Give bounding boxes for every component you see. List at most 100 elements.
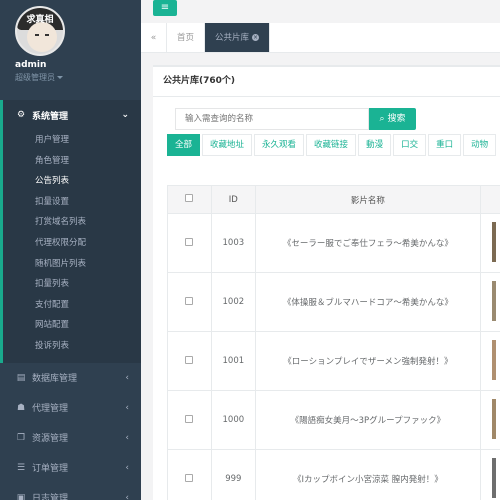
menu-head-database[interactable]: ▤ 数据库管理 ‹ (0, 363, 141, 393)
main-content: 公共片库(760个) ⌕ 搜索 全部 收藏地址 永久观看 收藏链接 動漫 口交 … (141, 53, 500, 500)
submenu-item[interactable]: 随机图片列表 (3, 254, 141, 275)
menu-label: 资源管理 (32, 434, 69, 445)
user-name: admin (15, 60, 47, 70)
column-header-extra (480, 185, 500, 214)
submenu-item[interactable]: 扣量设置 (3, 192, 141, 213)
avatar[interactable]: 求真相 (15, 6, 65, 56)
filter-button[interactable]: 收藏链接 (306, 134, 357, 156)
menu-label: 订单管理 (32, 464, 69, 475)
thumbnail-image[interactable] (491, 457, 496, 498)
filter-button[interactable]: 口交 (393, 134, 427, 156)
tab-scroll-left-icon[interactable]: « (141, 23, 167, 52)
submenu-item[interactable]: 打赏域名列表 (3, 212, 141, 233)
cell-name: 《ローションプレイでザーメン強制発射！》 (254, 331, 482, 391)
chevron-left-icon: ‹ (125, 432, 129, 443)
sidebar: 求真相 admin 超级管理员 ⚙ 系统管理 ⌄ 用户管理 角色管理 公告列表 … (0, 0, 141, 500)
hamburger-menu-icon[interactable]: ≡ (153, 0, 177, 16)
filter-button[interactable]: 动物 (463, 134, 497, 156)
filter-button[interactable]: 收藏地址 (202, 134, 253, 156)
chevron-left-icon: ‹ (125, 462, 129, 473)
library-table: ID 影片名称 1003 《セーラー服でご奉仕フェラ～希美かんな》 1002 《… (167, 185, 500, 500)
search-button-label: 搜索 (387, 114, 406, 124)
filter-button[interactable]: 全部 (167, 134, 201, 156)
cell-name: 《体操服＆ブルマハードコア～希美かんな》 (254, 272, 482, 332)
submenu-item[interactable]: 公告列表 (3, 171, 141, 192)
menu-label: 数据库管理 (32, 374, 78, 385)
cell-name: 《Iカップボイン小宮涼菜 膣内発射！》 (254, 449, 482, 500)
cell-name: 《陽語痴女美月～3Pグループファック》 (254, 390, 482, 450)
select-all-checkbox[interactable] (185, 194, 194, 202)
column-header-name[interactable]: 影片名称 (254, 185, 482, 214)
cell-id: 1001 (210, 331, 256, 391)
users-icon: ☗ (16, 402, 26, 413)
category-filters: 全部 收藏地址 永久观看 收藏链接 動漫 口交 重口 动物 (167, 134, 498, 156)
menu-head-order[interactable]: ☰ 订单管理 ‹ (0, 453, 141, 483)
search-input[interactable] (175, 108, 369, 130)
menu-head-agent[interactable]: ☗ 代理管理 ‹ (0, 393, 141, 423)
row-checkbox[interactable] (185, 473, 194, 482)
cell-id: 1002 (210, 272, 256, 332)
table-row: 1002 《体操服＆ブルマハードコア～希美かんな》 (167, 272, 500, 332)
list-icon: ☰ (16, 462, 26, 473)
row-checkbox[interactable] (185, 237, 194, 246)
tab-label: 公共片库 (215, 33, 250, 43)
menu-head-log[interactable]: ▣ 日志管理 ‹ (0, 483, 141, 500)
chevron-left-icon: ‹ (125, 402, 129, 413)
submenu-item[interactable]: 网站配置 (3, 315, 141, 336)
caret-down-icon (57, 76, 63, 79)
column-header-id[interactable]: ID (210, 185, 256, 214)
menu-label: 系统管理 (32, 111, 69, 122)
submenu-item[interactable]: 代理权限分配 (3, 233, 141, 254)
chevron-left-icon: ‹ (125, 492, 129, 500)
submenu-item[interactable]: 扣量列表 (3, 274, 141, 295)
submenu: 用户管理 角色管理 公告列表 扣量设置 打赏域名列表 代理权限分配 随机图片列表… (3, 130, 141, 363)
menu-head-system[interactable]: ⚙ 系统管理 ⌄ (3, 100, 141, 130)
search-bar: ⌕ 搜索 (175, 108, 416, 130)
tab-bar: « 首页 公共片库 × (141, 23, 500, 53)
copy-icon: ❐ (16, 432, 26, 443)
submenu-item[interactable]: 投诉列表 (3, 336, 141, 357)
search-icon: ⌕ (379, 114, 385, 124)
profile: 求真相 admin 超级管理员 (0, 0, 141, 100)
filter-button[interactable]: 永久观看 (254, 134, 305, 156)
user-role-label: 超级管理员 (15, 73, 55, 82)
table-row: 999 《Iカップボイン小宮涼菜 膣内発射！》 (167, 449, 500, 500)
side-menu: ⚙ 系统管理 ⌄ 用户管理 角色管理 公告列表 扣量设置 打赏域名列表 代理权限… (0, 100, 141, 500)
chevron-left-icon: ‹ (125, 372, 129, 383)
database-icon: ▤ (16, 372, 26, 383)
search-button[interactable]: ⌕ 搜索 (369, 108, 416, 130)
filter-button[interactable]: 動漫 (358, 134, 392, 156)
row-checkbox[interactable] (185, 414, 194, 423)
cell-name: 《セーラー服でご奉仕フェラ～希美かんな》 (254, 213, 482, 273)
thumbnail-image[interactable] (491, 221, 496, 262)
row-checkbox[interactable] (185, 355, 194, 364)
submenu-item[interactable]: 角色管理 (3, 151, 141, 172)
menu-label: 日志管理 (32, 494, 69, 500)
tab-public-library[interactable]: 公共片库 × (205, 23, 271, 52)
submenu-item[interactable]: 支付配置 (3, 295, 141, 316)
table-row: 1001 《ローションプレイでザーメン強制発射！》 (167, 331, 500, 391)
cell-id: 1000 (210, 390, 256, 450)
cell-id: 1003 (210, 213, 256, 273)
table-header-row: ID 影片名称 (167, 185, 500, 214)
filter-button[interactable]: 重口 (428, 134, 462, 156)
user-role-dropdown[interactable]: 超级管理员 (15, 72, 141, 83)
thumbnail-image[interactable] (491, 280, 496, 321)
tab-home[interactable]: 首页 (167, 23, 206, 52)
menu-section-system: ⚙ 系统管理 ⌄ 用户管理 角色管理 公告列表 扣量设置 打赏域名列表 代理权限… (0, 100, 141, 363)
panel-title: 公共片库(760个) (153, 67, 500, 97)
menu-label: 代理管理 (32, 404, 69, 415)
thumbnail-image[interactable] (491, 398, 496, 439)
close-tab-icon[interactable]: × (252, 34, 260, 41)
table-row: 1003 《セーラー服でご奉仕フェラ～希美かんな》 (167, 213, 500, 273)
thumbnail-image[interactable] (491, 339, 496, 380)
gear-icon: ⚙ (16, 110, 26, 120)
row-checkbox[interactable] (185, 296, 194, 305)
submenu-item[interactable]: 用户管理 (3, 130, 141, 151)
table-row: 1000 《陽語痴女美月～3Pグループファック》 (167, 390, 500, 450)
select-all-checkbox-cell[interactable] (167, 185, 212, 214)
avatar-text: 求真相 (26, 15, 54, 25)
library-panel: 公共片库(760个) ⌕ 搜索 全部 收藏地址 永久观看 收藏链接 動漫 口交 … (153, 65, 500, 500)
cell-id: 999 (210, 449, 256, 500)
menu-head-resource[interactable]: ❐ 资源管理 ‹ (0, 423, 141, 453)
